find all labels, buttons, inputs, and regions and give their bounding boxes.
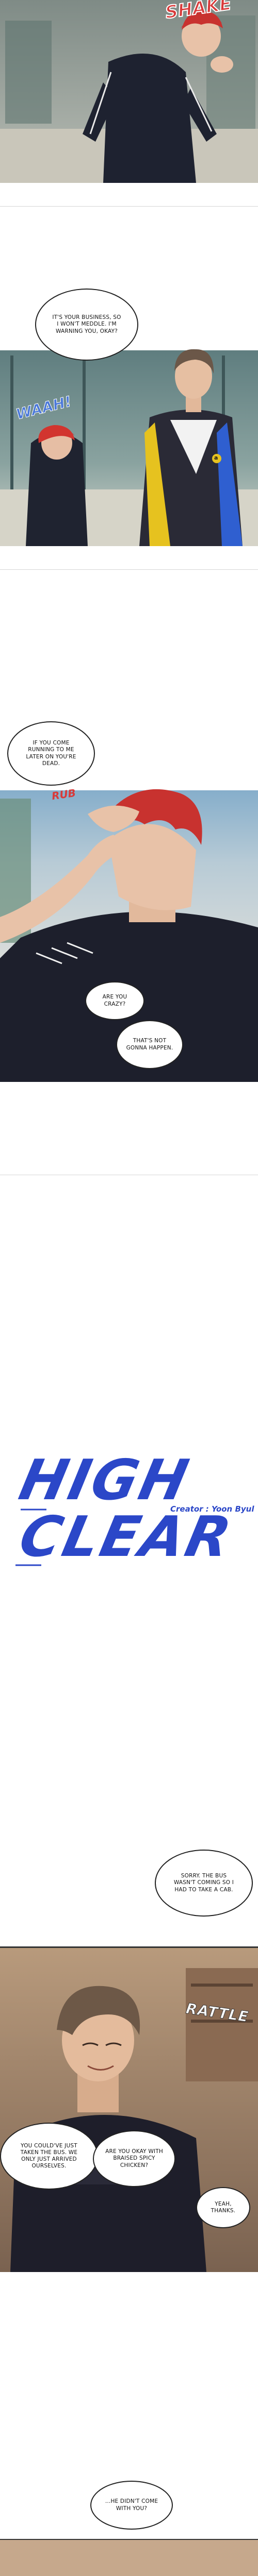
bubble-text: ARE YOU CRAZY? [102, 994, 127, 1007]
panel-2: IT'S YOUR BUSINESS, SO I WON'T MEDDLE. I… [0, 289, 258, 546]
panel-1: SHAKE [0, 0, 258, 201]
panel-4-art [0, 1946, 258, 2308]
panel-divider [0, 206, 258, 207]
speech-bubble: YOU COULD'VE JUST TAKEN THE BUS. WE ONLY… [0, 2123, 98, 2190]
panel-divider [0, 569, 258, 570]
speech-bubble: THAT'S NOT GONNA HAPPEN. [116, 1020, 183, 1069]
speech-bubble: SORRY. THE BUS WASN'T COMING SO I HAD TO… [155, 1850, 253, 1917]
panel-4: SORRY. THE BUS WASN'T COMING SO I HAD TO… [0, 1850, 258, 2308]
panel-5-art [0, 2539, 258, 2576]
title-card: HIGH Creator : Yoon Byul CLEAR [0, 1443, 258, 1597]
panel-1-art [0, 0, 258, 201]
bubble-text: IF YOU COME RUNNING TO ME LATER ON YOU'R… [26, 740, 76, 767]
speech-bubble: IF YOU COME RUNNING TO ME LATER ON YOU'R… [7, 721, 95, 786]
vest-logo: a [214, 454, 218, 461]
bubble-text: ARE YOU OKAY WITH BRAISED SPICY CHICKEN? [105, 2148, 163, 2168]
bubble-text: IT'S YOUR BUSINESS, SO I WON'T MEDDLE. I… [52, 314, 121, 334]
bubble-text: THAT'S NOT GONNA HAPPEN. [126, 1038, 173, 1051]
speech-bubble: ARE YOU OKAY WITH BRAISED SPICY CHICKEN? [93, 2130, 175, 2187]
panel-3: IF YOU COME RUNNING TO ME LATER ON YOU'R… [0, 721, 258, 1123]
bubble-text: YOU COULD'VE JUST TAKEN THE BUS. WE ONLY… [20, 2142, 78, 2170]
title-speed-lines [15, 1509, 46, 1566]
bubble-text: SORRY. THE BUS WASN'T COMING SO I HAD TO… [173, 1873, 234, 1893]
bubble-text: YEAH, THANKS. [211, 2200, 236, 2214]
panel-5: ...HE DIDN'T COME WITH YOU? [0, 2463, 258, 2576]
speech-bubble: YEAH, THANKS. [196, 2187, 250, 2228]
speech-bubble: IT'S YOUR BUSINESS, SO I WON'T MEDDLE. I… [35, 289, 138, 361]
speech-bubble: ARE YOU CRAZY? [85, 981, 144, 1020]
